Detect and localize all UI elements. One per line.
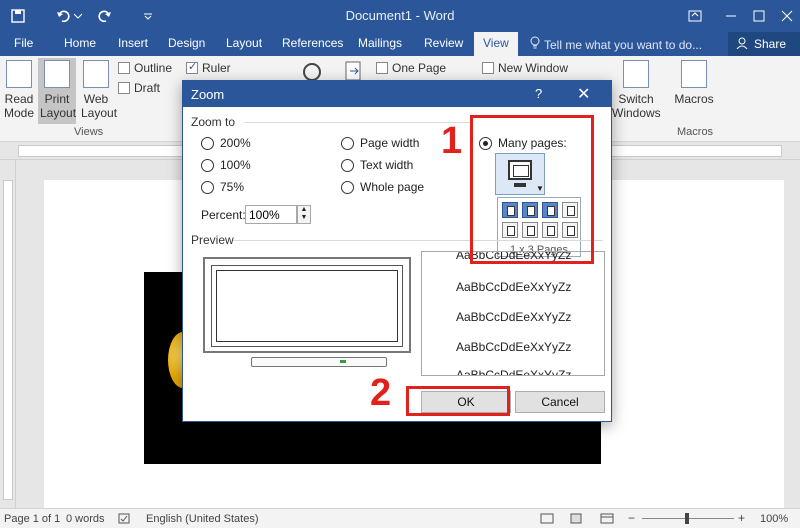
share-label: Share (754, 37, 787, 51)
new-window-button[interactable]: New Window (482, 61, 568, 75)
radio-75[interactable]: 75% (201, 180, 244, 194)
views-group-label: Views (74, 126, 104, 138)
word-count[interactable]: 0 words (66, 513, 105, 525)
percent-spinner[interactable]: ▲ ▼ (297, 205, 311, 224)
sample-line: AaBbCcDdEeXxYyZz (456, 280, 572, 294)
preview-label: Preview (191, 233, 234, 247)
percent-label: Percent: (201, 208, 246, 222)
print-layout-icon (44, 60, 70, 88)
highlight-box-ok (406, 386, 510, 416)
draft-icon (118, 82, 130, 94)
language-label[interactable]: English (United States) (146, 513, 259, 525)
web-layout-view-icon[interactable] (600, 513, 614, 527)
ribbon-tabs: File Home Insert Design Layout Reference… (0, 32, 800, 56)
read-mode-button[interactable]: Read Mode (2, 60, 36, 120)
web-layout-button[interactable]: Web Layout (78, 60, 118, 120)
web-layout-label: Web Layout (81, 92, 118, 120)
tab-references[interactable]: References (282, 36, 343, 50)
tab-review[interactable]: Review (424, 36, 463, 50)
tell-me-box[interactable]: Tell me what you want to do... (530, 36, 702, 53)
sample-line: AaBbCcDdEeXxYyZz (456, 340, 572, 354)
outline-button[interactable]: Outline (118, 61, 172, 75)
status-bar: Page 1 of 1 0 words English (United Stat… (0, 508, 800, 528)
sample-line: AaBbCcDdEeXxYyZz (456, 368, 572, 376)
print-layout-view-icon[interactable] (570, 513, 582, 527)
vertical-ruler[interactable] (0, 160, 16, 508)
draft-button[interactable]: Draft (118, 81, 160, 95)
zoom-level[interactable]: 100% (760, 513, 788, 525)
new-window-icon (482, 62, 494, 74)
tab-design[interactable]: Design (168, 36, 205, 50)
cancel-button[interactable]: Cancel (515, 391, 605, 413)
outline-label: Outline (134, 61, 173, 75)
switch-windows-label: Switch Windows (612, 92, 661, 120)
close-window-icon[interactable] (772, 4, 800, 28)
tab-file[interactable]: File (14, 36, 33, 50)
switch-windows-icon (623, 60, 649, 88)
title-bar: Document1 - Word (0, 0, 800, 32)
maximize-icon[interactable] (744, 4, 774, 28)
dialog-title-bar: Zoom ? ✕ (183, 81, 611, 107)
print-layout-button[interactable]: Print Layout (38, 58, 76, 124)
switch-windows-button[interactable]: Switch Windows (612, 60, 661, 120)
tell-me-text: Tell me what you want to do... (544, 37, 703, 52)
ruler-label: Ruler (202, 61, 231, 75)
ruler-check-icon (186, 60, 198, 74)
help-icon[interactable]: ? (535, 86, 542, 101)
radio-100[interactable]: 100% (201, 158, 251, 172)
read-mode-view-icon[interactable] (540, 513, 554, 527)
page-count[interactable]: Page 1 of 1 (4, 513, 60, 525)
print-layout-label: Print Layout (40, 92, 77, 120)
proofing-icon[interactable] (118, 513, 130, 527)
percent-input[interactable] (245, 205, 297, 224)
highlight-box-many-pages (470, 115, 594, 264)
one-page-icon (376, 62, 388, 74)
new-window-label: New Window (498, 61, 569, 75)
sample-text-box: AaBbCcDdEeXxYyZz AaBbCcDdEeXxYyZz AaBbCc… (421, 251, 605, 376)
zoom-to-divider (245, 122, 471, 123)
web-layout-icon (83, 60, 109, 88)
read-mode-label: Read Mode (4, 92, 35, 120)
radio-200[interactable]: 200% (201, 136, 251, 150)
zoom-in-icon[interactable]: + (738, 511, 745, 525)
ruler-checkbox[interactable]: Ruler (186, 60, 231, 75)
preview-monitor (203, 257, 413, 373)
tab-view[interactable]: View (474, 32, 518, 56)
tab-insert[interactable]: Insert (118, 36, 148, 50)
dialog-title: Zoom (191, 87, 225, 102)
ribbon-display-icon[interactable] (680, 4, 710, 28)
read-mode-icon (6, 60, 32, 88)
tab-layout[interactable]: Layout (226, 36, 262, 50)
zoom-slider-thumb[interactable] (685, 513, 689, 524)
tab-home[interactable]: Home (64, 36, 96, 50)
close-icon[interactable]: ✕ (577, 84, 590, 104)
macros-button[interactable]: Macros (672, 60, 716, 106)
macros-icon (681, 60, 707, 88)
radio-page-width[interactable]: Page width (341, 136, 419, 150)
sample-line: AaBbCcDdEeXxYyZz (456, 310, 572, 324)
share-button[interactable]: Share (728, 32, 800, 56)
person-icon (736, 37, 748, 52)
tab-mailings[interactable]: Mailings (358, 36, 402, 50)
lightbulb-icon (530, 36, 540, 53)
radio-text-width[interactable]: Text width (341, 158, 413, 172)
radio-whole-page[interactable]: Whole page (341, 180, 424, 194)
one-page-label: One Page (392, 61, 447, 75)
macros-group-label: Macros (677, 126, 714, 138)
one-page-button[interactable]: One Page (376, 61, 446, 75)
outline-icon (118, 62, 130, 74)
macros-label: Macros (674, 92, 714, 106)
step-number-1: 1 (441, 120, 463, 162)
draft-label: Draft (134, 81, 161, 95)
step-number-2: 2 (370, 372, 392, 414)
minimize-icon[interactable] (716, 4, 746, 28)
zoom-to-label: Zoom to (191, 115, 236, 129)
zoom-out-icon[interactable]: − (628, 511, 635, 525)
